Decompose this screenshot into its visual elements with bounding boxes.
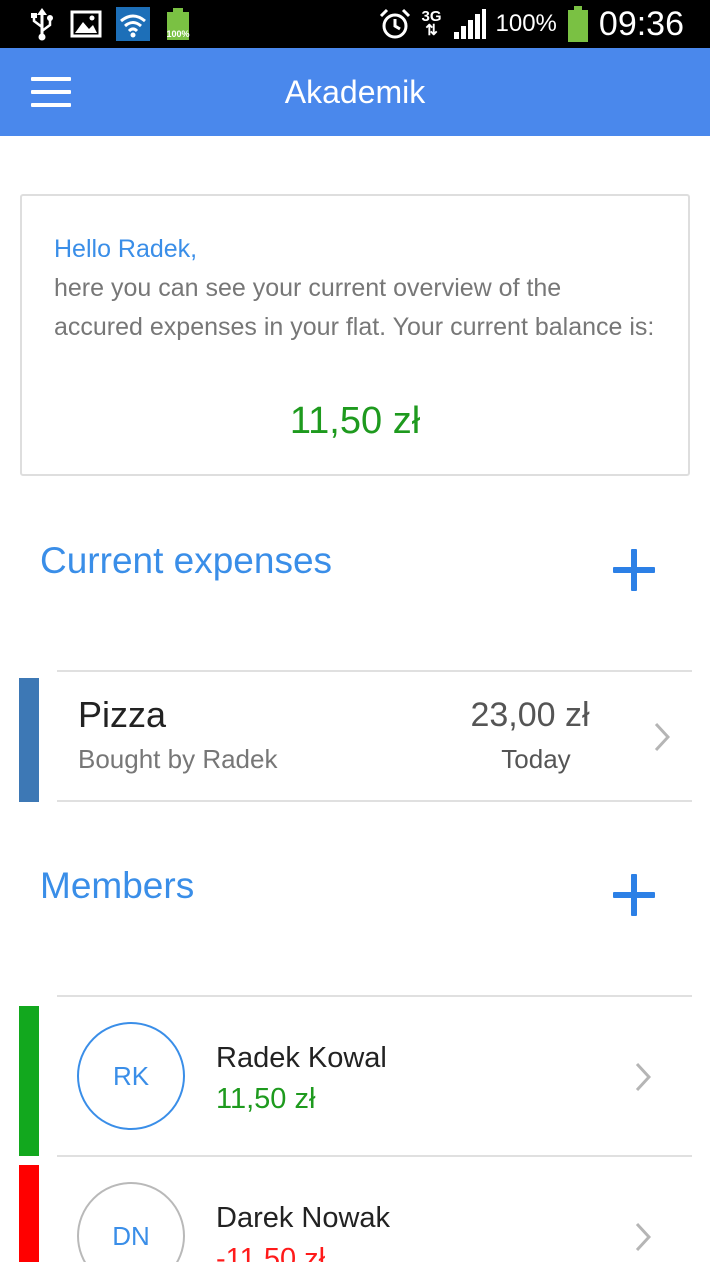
chevron-right-icon (654, 722, 670, 752)
clock: 09:36 (598, 4, 684, 43)
member-name: Radek Kowal (216, 1042, 387, 1074)
chevron-right-icon (635, 1222, 651, 1252)
chevron-right-icon (635, 1062, 651, 1092)
greeting-text: Hello Radek, (54, 235, 198, 263)
usb-icon (28, 7, 56, 41)
network-type-label: 3G (421, 8, 442, 25)
divider (57, 800, 692, 802)
battery-icon (567, 6, 589, 42)
expense-color-stripe (19, 678, 39, 802)
signal-icon (452, 8, 486, 40)
expenses-section-title: Current expenses (40, 540, 333, 581)
alarm-icon (378, 7, 412, 41)
menu-line (31, 90, 71, 94)
network-type-icon: 3G ⇅ (421, 8, 442, 39)
status-bar-left: 100% (28, 6, 192, 42)
status-bar-right: 3G ⇅ 100% 09:36 (378, 0, 684, 48)
overview-card: Hello Radek, here you can see your curre… (20, 194, 690, 476)
menu-line (31, 103, 71, 107)
expense-row-pizza[interactable] (57, 672, 692, 800)
overview-message: here you can see your current overview o… (54, 274, 655, 341)
hamburger-menu-icon[interactable] (24, 68, 78, 116)
expense-amount: 23,00 zł (470, 696, 590, 734)
add-expense-button[interactable] (610, 546, 658, 594)
member-name: Darek Nowak (216, 1202, 391, 1234)
current-balance: 11,50 zł (289, 400, 421, 442)
menu-line (31, 77, 71, 81)
expense-date: Today (501, 744, 571, 774)
member-balance: -11,50 zł (216, 1243, 326, 1262)
app-bar: Akademik (0, 48, 710, 136)
expense-name: Pizza (78, 694, 167, 735)
battery-charging-icon: 100% (164, 7, 192, 41)
add-member-button[interactable] (610, 871, 658, 919)
app-title: Akademik (284, 74, 426, 110)
member-balance: 11,50 zł (216, 1083, 316, 1115)
battery-badge: 100% (166, 29, 190, 39)
expense-buyer: Bought by Radek (78, 744, 278, 774)
image-icon (70, 9, 102, 39)
member-color-stripe (19, 1006, 39, 1156)
status-bar: 100% 3G ⇅ 100% 09:36 (0, 0, 710, 48)
avatar: RK (77, 1022, 185, 1130)
members-section-title: Members (40, 865, 195, 906)
wifi-icon (116, 7, 150, 41)
member-color-stripe (19, 1165, 39, 1262)
battery-percent: 100% (495, 10, 557, 37)
